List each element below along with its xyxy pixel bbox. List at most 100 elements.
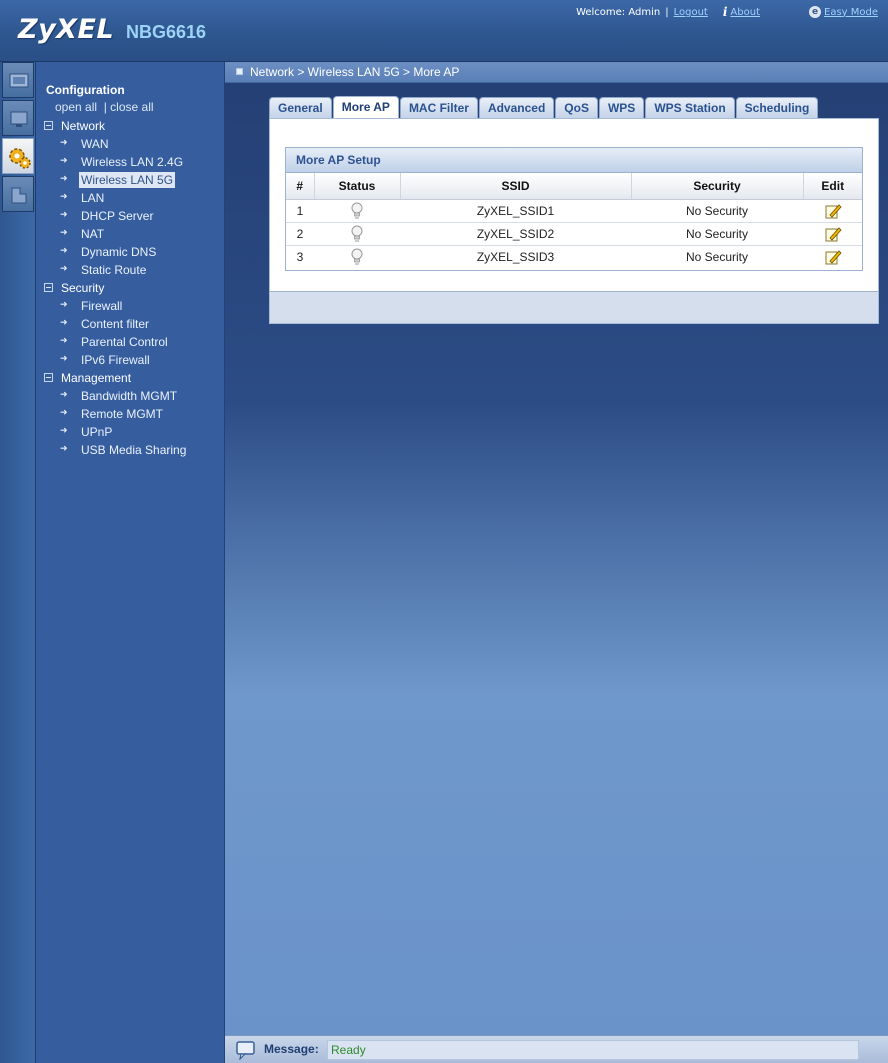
row-edit xyxy=(803,199,862,223)
sidebar-item-label: USB Media Sharing xyxy=(81,443,187,457)
menu-tree: Network ➜ WAN ➜ Wireless LAN 2.4G ➜ Wireless L… xyxy=(36,117,225,459)
tab-more-ap[interactable]: More AP xyxy=(332,96,399,118)
row-status xyxy=(314,199,400,223)
row-edit xyxy=(803,245,862,268)
open-all-link[interactable]: open all xyxy=(55,100,97,114)
sidebar-item-nat[interactable]: ➜ NAT xyxy=(36,225,225,243)
sidebar-item-bandwidth-mgmt[interactable]: ➜ Bandwidth MGMT xyxy=(36,387,225,405)
configuration-rail-button[interactable] xyxy=(2,138,34,174)
menu-group-label: Management xyxy=(61,371,132,385)
row-ssid: ZyXEL_SSID3 xyxy=(476,249,555,264)
row-status xyxy=(314,245,400,268)
arrow-right-icon: ➜ xyxy=(60,245,68,255)
arrow-right-icon: ➜ xyxy=(60,407,68,417)
sidebar-item-lan[interactable]: ➜ LAN xyxy=(36,189,225,207)
menu-group-network[interactable]: Network xyxy=(36,117,225,135)
arrow-right-icon: ➜ xyxy=(60,299,68,309)
tab-wps-station[interactable]: WPS Station xyxy=(645,97,735,118)
easy-mode-link[interactable]: Easy Mode xyxy=(824,7,878,18)
collapse-toggle-icon[interactable] xyxy=(44,121,53,130)
info-icon: i xyxy=(722,5,728,19)
tab-scheduling[interactable]: Scheduling xyxy=(735,97,819,118)
status-rail-button[interactable] xyxy=(2,62,34,98)
row-security: No Security xyxy=(631,222,803,246)
col-status: Status xyxy=(314,173,401,200)
welcome-text: Welcome: Admin xyxy=(576,6,661,18)
edit-icon[interactable] xyxy=(824,203,842,219)
arrow-right-icon: ➜ xyxy=(60,335,68,345)
tab-qos[interactable]: QoS xyxy=(555,97,598,118)
logout-link[interactable]: Logout xyxy=(674,7,708,18)
menu-group-label: Network xyxy=(61,119,106,133)
sidebar-item-firewall[interactable]: ➜ Firewall xyxy=(36,297,225,315)
menu-group-management[interactable]: Management xyxy=(36,369,225,387)
sidebar-item-wan[interactable]: ➜ WAN xyxy=(36,135,225,153)
sidebar-item-parental-control[interactable]: ➜ Parental Control xyxy=(36,333,225,351)
sidebar-item-label: Parental Control xyxy=(81,335,168,349)
row-status xyxy=(314,222,400,246)
tab-wps[interactable]: WPS xyxy=(598,97,645,118)
collapse-toggle-icon[interactable] xyxy=(44,373,53,382)
more-ap-table: # Status SSID Security Edit 1 ZyXEL_SSID1… xyxy=(286,173,862,268)
sidebar-item-ipv6-firewall[interactable]: ➜ IPv6 Firewall xyxy=(36,351,225,369)
row-security: No Security xyxy=(685,249,749,264)
tab-mac-filter[interactable]: MAC Filter xyxy=(399,97,478,118)
configuration-gear-icon xyxy=(9,148,31,169)
arrow-right-icon: ➜ xyxy=(60,155,68,165)
row-edit xyxy=(803,222,862,246)
row-number: 3 xyxy=(296,249,304,264)
sidebar-item-upnp[interactable]: ➜ UPnP xyxy=(36,423,225,441)
message-value: Ready xyxy=(327,1040,859,1060)
panel-footer xyxy=(270,291,878,323)
sidebar-item-label: Content filter xyxy=(81,317,150,331)
tab-advanced[interactable]: Advanced xyxy=(478,97,555,118)
sidebar-item-wireless-lan-2-4g[interactable]: ➜ Wireless LAN 2.4G xyxy=(36,153,225,171)
sidebar-item-usb-media-sharing[interactable]: ➜ USB Media Sharing xyxy=(36,441,225,459)
section-title: More AP Setup xyxy=(286,148,862,173)
header-bar: ZyXEL NBG6616 Welcome: Admin | Logout i … xyxy=(0,0,888,62)
sidebar-item-dynamic-dns[interactable]: ➜ Dynamic DNS xyxy=(36,243,225,261)
arrow-right-icon: ➜ xyxy=(60,191,68,201)
sidebar-item-content-filter[interactable]: ➜ Content filter xyxy=(36,315,225,333)
col-edit: Edit xyxy=(803,173,862,200)
arrow-right-icon: ➜ xyxy=(60,137,68,147)
row-number: 1 xyxy=(286,199,314,223)
sidebar: Configuration open all | close all Netwo… xyxy=(36,62,225,1063)
monitor-rail-button[interactable] xyxy=(2,100,34,136)
maintenance-rail-button[interactable] xyxy=(2,176,34,212)
message-label: Message: xyxy=(264,1042,319,1056)
sidebar-item-dhcp-server[interactable]: ➜ DHCP Server xyxy=(36,207,225,225)
tab-general[interactable]: General xyxy=(269,97,332,118)
icon-rail xyxy=(0,62,36,1063)
edit-icon[interactable] xyxy=(824,249,842,265)
link-separator: | xyxy=(665,6,669,18)
about-link[interactable]: About xyxy=(730,7,760,18)
close-all-link[interactable]: close all xyxy=(110,100,153,114)
sidebar-item-label: Static Route xyxy=(81,263,147,277)
sidebar-item-label: Wireless LAN 5G xyxy=(79,172,176,188)
breadcrumb-text: Network > Wireless LAN 5G > More AP xyxy=(250,65,460,79)
breadcrumb-bullet-icon xyxy=(236,68,243,75)
sidebar-item-static-route[interactable]: ➜ Static Route xyxy=(36,261,225,279)
edit-icon[interactable] xyxy=(824,226,842,242)
menu-group-security[interactable]: Security xyxy=(36,279,225,297)
row-number: 2 xyxy=(286,222,314,246)
sidebar-item-wireless-lan-5g[interactable]: ➜ Wireless LAN 5G xyxy=(36,171,225,189)
col-security: Security xyxy=(631,173,804,200)
sidebar-item-label: Firewall xyxy=(81,299,123,313)
sidebar-item-label: DHCP Server xyxy=(81,209,154,223)
main-content: Network > Wireless LAN 5G > More AP Gene… xyxy=(225,62,888,1035)
top-links: Welcome: Admin | Logout i About e Easy M… xyxy=(576,5,878,19)
sidebar-item-label: Remote MGMT xyxy=(81,407,164,421)
arrow-right-icon: ➜ xyxy=(60,317,68,327)
collapse-toggle-icon[interactable] xyxy=(44,283,53,292)
sidebar-item-label: UPnP xyxy=(81,425,113,439)
status-bulb-icon xyxy=(351,225,363,241)
sidebar-item-label: LAN xyxy=(81,191,105,205)
open-close-all: open all | close all xyxy=(55,100,154,114)
row-ssid: ZyXEL_SSID1 xyxy=(400,199,631,223)
tab-panel: More AP Setup # Status SSID Security Edi… xyxy=(269,118,879,324)
maintenance-icon xyxy=(11,187,27,204)
sidebar-item-remote-mgmt[interactable]: ➜ Remote MGMT xyxy=(36,405,225,423)
more-ap-section: More AP Setup # Status SSID Security Edi… xyxy=(285,147,863,271)
